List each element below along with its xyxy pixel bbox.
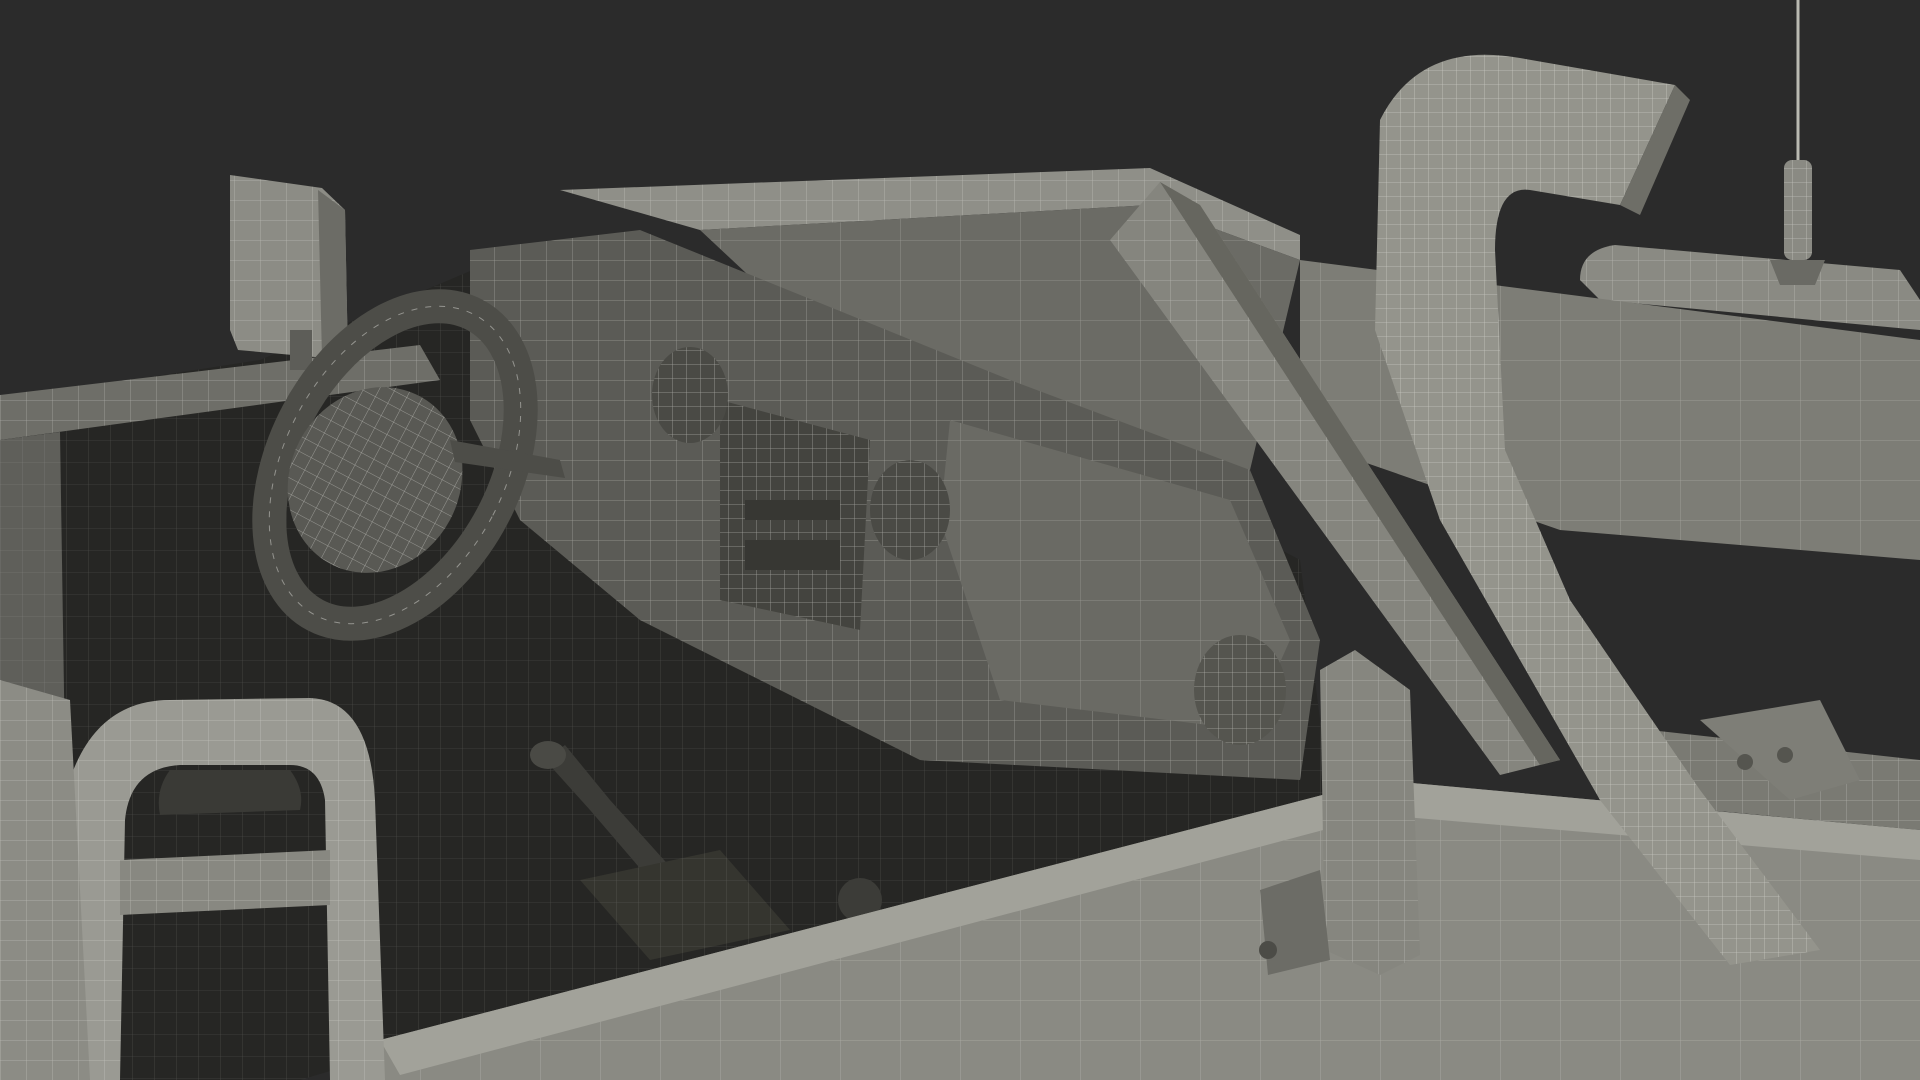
wireframe-vehicle-scene bbox=[0, 0, 1920, 1080]
side-mirror-left bbox=[230, 175, 348, 370]
radio-console bbox=[720, 400, 870, 630]
